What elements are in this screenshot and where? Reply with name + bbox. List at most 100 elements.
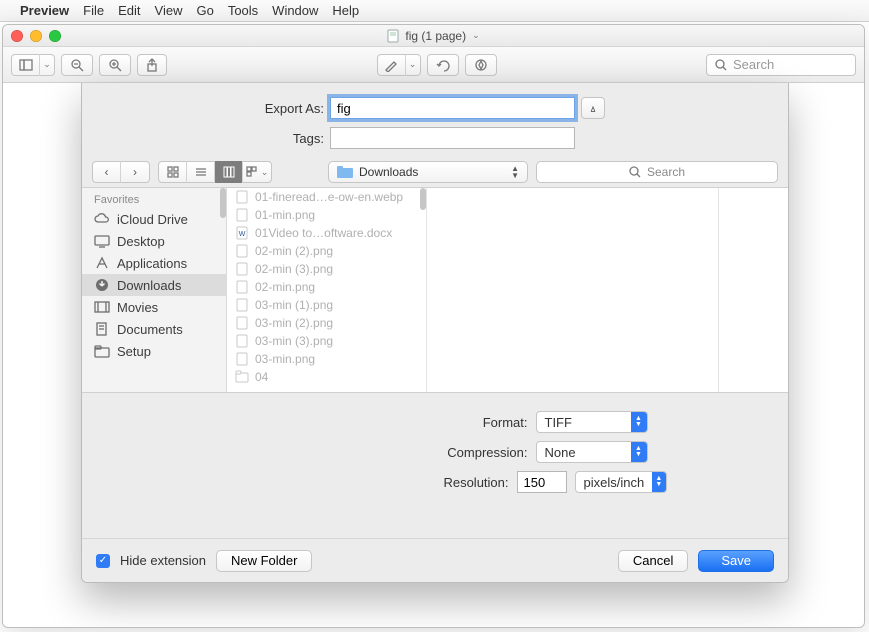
menu-edit[interactable]: Edit <box>118 3 140 18</box>
compression-label: Compression: <box>223 445 528 460</box>
format-value: TIFF <box>537 415 631 430</box>
location-popup[interactable]: Downloads ▲▼ <box>328 161 528 183</box>
menu-help[interactable]: Help <box>332 3 359 18</box>
menu-view[interactable]: View <box>155 3 183 18</box>
resolution-field[interactable] <box>517 471 567 493</box>
file-icon: W <box>235 226 249 240</box>
menu-file[interactable]: File <box>83 3 104 18</box>
column-view-button[interactable] <box>215 161 243 183</box>
minimize-window-button[interactable] <box>30 30 42 42</box>
file-item[interactable]: W 01Video to…oftware.docx <box>227 224 426 242</box>
search-icon <box>629 166 641 178</box>
compression-value: None <box>537 445 631 460</box>
file-name: 02-min (2).png <box>255 244 333 258</box>
downloads-icon <box>94 277 110 293</box>
hide-extension-label[interactable]: Hide extension <box>120 553 206 568</box>
updown-arrows-icon: ▲▼ <box>511 165 519 179</box>
folder-icon <box>337 166 353 178</box>
cancel-button[interactable]: Cancel <box>618 550 688 572</box>
sidebar-item-applications[interactable]: Applications <box>82 252 226 274</box>
zoom-out-button[interactable] <box>61 54 93 76</box>
sidebar-view-control[interactable]: ⌄ <box>11 54 55 76</box>
new-folder-button[interactable]: New Folder <box>216 550 312 572</box>
file-name: 03-min (3).png <box>255 334 333 348</box>
share-button[interactable] <box>137 54 167 76</box>
gallery-view-button[interactable]: ⌄ <box>243 161 271 183</box>
file-item[interactable]: 01-fineread…e-ow-en.webp <box>227 188 426 206</box>
file-item[interactable]: 02-min (2).png <box>227 242 426 260</box>
format-label: Format: <box>223 415 528 430</box>
documents-icon <box>94 321 110 337</box>
file-name: 02-min.png <box>255 280 315 294</box>
file-name: 03-min (1).png <box>255 298 333 312</box>
sidebar-scrollbar[interactable] <box>220 188 226 218</box>
expand-collapse-button[interactable]: ㅿ <box>581 97 605 119</box>
toolbar-search[interactable]: Search <box>706 54 856 76</box>
app-menu[interactable]: Preview <box>20 3 69 18</box>
file-column[interactable]: 01-fineread…e-ow-en.webp01-min.png W 01Vid… <box>227 188 427 392</box>
file-item[interactable]: 01-min.png <box>227 206 426 224</box>
zoom-in-button[interactable] <box>99 54 131 76</box>
save-button[interactable]: Save <box>698 550 774 572</box>
file-icon <box>235 370 249 384</box>
resolution-label: Resolution: <box>204 475 509 490</box>
file-item[interactable]: 03-min.png <box>227 350 426 368</box>
back-button[interactable]: ‹ <box>93 161 121 183</box>
applications-icon <box>94 255 110 271</box>
zoom-window-button[interactable] <box>49 30 61 42</box>
menu-go[interactable]: Go <box>196 3 213 18</box>
hide-extension-checkbox[interactable]: ✓ <box>96 554 110 568</box>
file-name: 02-min (3).png <box>255 262 333 276</box>
tags-field[interactable] <box>330 127 575 149</box>
list-view-button[interactable] <box>187 161 215 183</box>
sheet-footer: ✓ Hide extension New Folder Cancel Save <box>82 538 788 582</box>
sidebar-item-movies[interactable]: Movies <box>82 296 226 318</box>
file-item[interactable]: 02-min (3).png <box>227 260 426 278</box>
file-item[interactable]: 03-min (2).png <box>227 314 426 332</box>
file-item[interactable]: 03-min (3).png <box>227 332 426 350</box>
forward-button[interactable]: › <box>121 161 149 183</box>
titlebar[interactable]: fig (1 page) ⌄ <box>3 25 864 47</box>
markup-pen-button[interactable] <box>465 54 497 76</box>
sidebar-item-setup[interactable]: Setup <box>82 340 226 362</box>
compression-popup[interactable]: None ▲▼ <box>536 441 648 463</box>
sidebar-item-label: Setup <box>117 344 151 359</box>
resolution-unit-value: pixels/inch <box>576 475 653 490</box>
markup-toggle[interactable]: ⌄ <box>377 54 421 76</box>
file-column-scrollbar[interactable] <box>420 188 426 210</box>
file-item[interactable]: 02-min.png <box>227 278 426 296</box>
updown-arrows-icon: ▲▼ <box>631 412 647 432</box>
rotate-button[interactable] <box>427 54 459 76</box>
sidebar-item-downloads[interactable]: Downloads <box>82 274 226 296</box>
preview-pane-2 <box>718 188 788 392</box>
nav-back-forward[interactable]: ‹ › <box>92 161 150 183</box>
location-search[interactable]: Search <box>536 161 778 183</box>
system-menubar: Preview File Edit View Go Tools Window H… <box>0 0 869 22</box>
sidebar-header-favorites: Favorites <box>82 188 226 208</box>
file-icon <box>235 352 249 366</box>
sidebar-item-documents[interactable]: Documents <box>82 318 226 340</box>
file-item[interactable]: 03-min (1).png <box>227 296 426 314</box>
export-as-label: Export As: <box>82 101 330 116</box>
close-window-button[interactable] <box>11 30 23 42</box>
file-icon <box>235 244 249 258</box>
file-icon <box>235 190 249 204</box>
icon-view-button[interactable] <box>159 161 187 183</box>
menu-window[interactable]: Window <box>272 3 318 18</box>
format-popup[interactable]: TIFF ▲▼ <box>536 411 648 433</box>
sidebar-item-desktop[interactable]: Desktop <box>82 230 226 252</box>
file-name: 04 <box>255 370 268 384</box>
tags-label: Tags: <box>82 131 330 146</box>
file-name: 01Video to…oftware.docx <box>255 226 392 240</box>
document-proxy-icon[interactable] <box>387 29 399 43</box>
export-as-field[interactable] <box>330 97 575 119</box>
cloud-icon <box>94 211 110 227</box>
view-mode-control[interactable]: ⌄ <box>158 161 272 183</box>
search-icon <box>715 59 727 71</box>
title-dropdown-icon[interactable]: ⌄ <box>472 30 480 41</box>
menu-tools[interactable]: Tools <box>228 3 258 18</box>
resolution-unit-popup[interactable]: pixels/inch ▲▼ <box>575 471 667 493</box>
file-item[interactable]: 04 <box>227 368 426 386</box>
location-name: Downloads <box>359 165 418 179</box>
sidebar-item-icloud-drive[interactable]: iCloud Drive <box>82 208 226 230</box>
